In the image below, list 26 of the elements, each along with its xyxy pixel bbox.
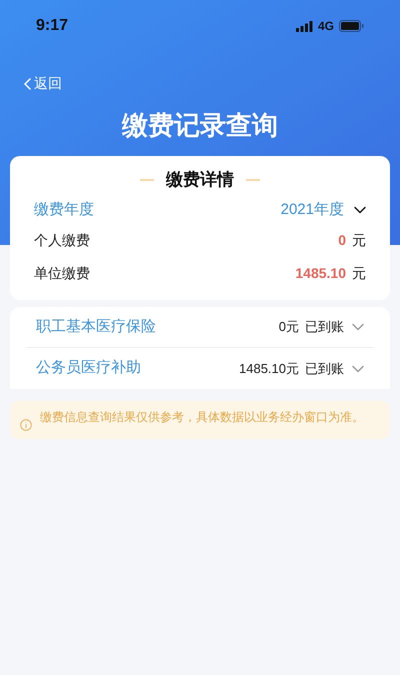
back-chevron-icon	[24, 78, 31, 90]
page-title: 缴费记录查询	[120, 109, 279, 142]
back-button[interactable]: 返回	[24, 73, 62, 94]
year-label: 缴费年度	[34, 200, 94, 220]
status-time: 9:17	[36, 16, 68, 36]
card-title: 缴费详情	[166, 169, 234, 192]
currency-unit: 元	[352, 264, 366, 283]
network-label: 4G	[318, 18, 334, 35]
fee-amount: 0	[338, 231, 346, 250]
dropdown-chevron-icon	[354, 206, 366, 214]
fee-label: 单位缴费	[34, 264, 90, 283]
payment-status: 已到账	[305, 318, 344, 336]
insurance-amount: 0元	[278, 318, 299, 336]
battery-icon	[339, 20, 364, 32]
insurance-name: 公务员医疗补助	[36, 358, 141, 378]
insurance-row[interactable]: 公务员医疗补助 1485.10元 已到账	[26, 348, 374, 389]
fee-amount: 1485.10	[295, 264, 346, 283]
currency-unit: 元	[352, 231, 366, 250]
info-icon	[20, 419, 32, 431]
insurance-row[interactable]: 职工基本医疗保险 0元 已到账	[26, 307, 374, 348]
fee-label: 个人缴费	[34, 231, 90, 250]
notice-text: 缴费信息查询结果仅供参考，具体数据以业务经办窗口为准。	[40, 409, 364, 426]
signal-icon	[296, 20, 313, 32]
payment-status: 已到账	[305, 360, 344, 378]
insurance-amount: 1485.10元	[239, 360, 299, 378]
insurance-name: 职工基本医疗保险	[36, 316, 156, 337]
